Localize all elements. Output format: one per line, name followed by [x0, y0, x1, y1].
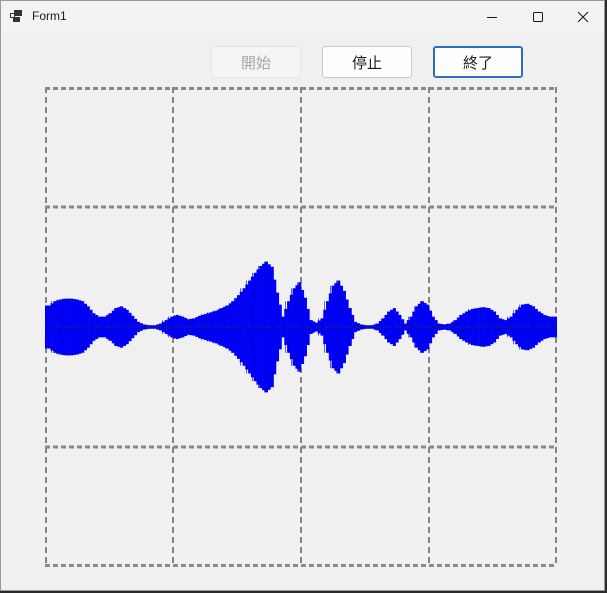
waveform-bar	[370, 325, 374, 329]
waveform-bar	[92, 313, 96, 341]
maximize-icon	[533, 11, 543, 22]
waveform-bar	[331, 285, 335, 369]
close-button[interactable]	[560, 1, 604, 32]
waveform-bar	[131, 315, 135, 339]
waveform-bar	[231, 301, 235, 353]
title-bar[interactable]: Form1	[1, 1, 604, 32]
waveform-bar	[100, 316, 104, 338]
oscilloscope-display	[45, 87, 557, 567]
close-icon	[577, 11, 589, 22]
minimize-button[interactable]	[469, 1, 515, 32]
waveform-bar	[281, 316, 285, 338]
window-title: Form1	[32, 9, 67, 23]
app-window: Form1 開始 停止 終了	[0, 0, 605, 591]
waveform-bar	[501, 319, 505, 335]
waveform-bar	[451, 321, 455, 333]
minimize-icon	[487, 16, 497, 18]
maximize-button[interactable]	[515, 1, 561, 32]
start-button[interactable]: 開始	[211, 46, 301, 78]
waveform-bar	[412, 311, 416, 343]
stop-button[interactable]: 停止	[322, 46, 412, 78]
waveform-bar	[181, 316, 185, 338]
exit-button[interactable]: 終了	[433, 46, 523, 78]
waveform-bar	[551, 316, 555, 338]
app-icon	[10, 10, 22, 22]
waveform-bar	[50, 303, 54, 351]
